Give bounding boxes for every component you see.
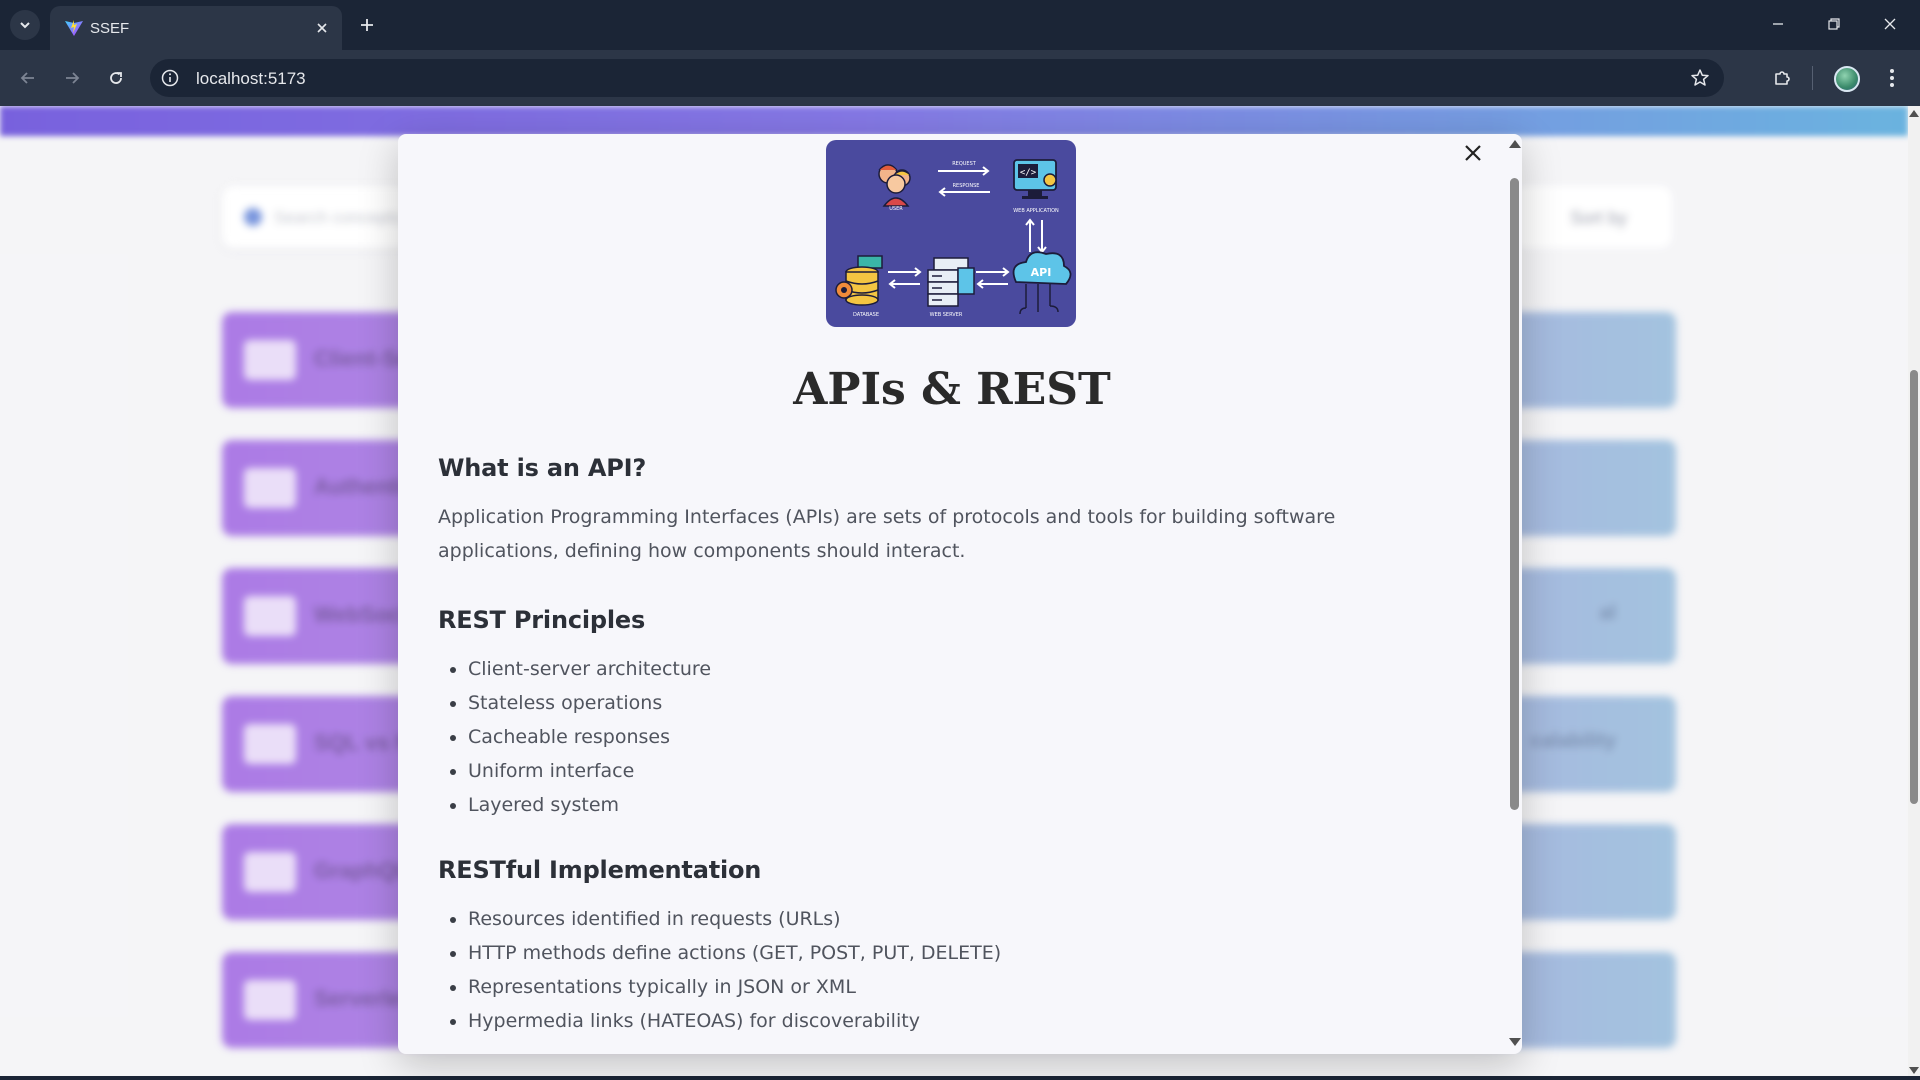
- list-item: Resources identified in requests (URLs): [468, 902, 1448, 936]
- modal-scrollbar[interactable]: [1506, 134, 1522, 1054]
- scroll-up-arrow-icon[interactable]: [1509, 140, 1521, 148]
- arrow-right-icon: [66, 72, 80, 84]
- url-text[interactable]: localhost:5173: [196, 69, 306, 89]
- tab-close-button[interactable]: [312, 18, 332, 38]
- users-icon: [878, 164, 911, 207]
- list-item: Hypermedia links (HATEOAS) for discovera…: [468, 1004, 1448, 1038]
- back-button[interactable]: [12, 62, 44, 94]
- profile-avatar[interactable]: [1834, 66, 1860, 92]
- arrow-right-icon: [888, 267, 922, 277]
- section-heading: REST Principles: [438, 606, 646, 634]
- forward-button[interactable]: [56, 62, 88, 94]
- arrow-down-icon: [1037, 220, 1047, 254]
- principles-list: Client-server architecture Stateless ope…: [438, 652, 1448, 822]
- address-bar[interactable]: localhost:5173: [150, 59, 1724, 97]
- browser-menu-button[interactable]: [1876, 62, 1908, 94]
- minimize-icon: [1773, 23, 1783, 25]
- section-paragraph: Application Programming Interfaces (APIs…: [438, 506, 1336, 562]
- close-icon: [317, 23, 327, 33]
- monitor-icon: </>: [1013, 159, 1057, 199]
- page-scrollbar[interactable]: [1908, 106, 1920, 1080]
- reload-icon: [110, 72, 122, 84]
- browser-toolbar: localhost:5173: [0, 50, 1920, 106]
- browser-tab-strip: SSEF: [0, 0, 1920, 50]
- scroll-down-arrow-icon[interactable]: [1909, 1067, 1919, 1074]
- plus-icon: [361, 19, 373, 31]
- modal-content: What is an API? Application Programming …: [438, 454, 1448, 1054]
- list-item: HTTP methods define actions (GET, POST, …: [468, 936, 1448, 970]
- api-diagram-illustration: USER REQUEST RESPONSE </> WEB APPLICATIO…: [835, 159, 1072, 318]
- browser-tab-active[interactable]: SSEF: [50, 6, 342, 50]
- list-item: Uniform interface: [468, 754, 1448, 788]
- svg-text:</>: </>: [1020, 168, 1037, 178]
- api-cloud-icon: [1012, 251, 1072, 315]
- window-close-button[interactable]: [1870, 8, 1910, 40]
- list-item: Representations typically in JSON or XML: [468, 970, 1448, 1004]
- puzzle-icon: [1775, 71, 1790, 85]
- label-web-application: WEB APPLICATION: [1013, 208, 1059, 214]
- scroll-down-arrow-icon[interactable]: [1509, 1038, 1521, 1046]
- modal-close-button[interactable]: [1458, 138, 1488, 168]
- tab-title: SSEF: [90, 20, 130, 37]
- extensions-button[interactable]: [1766, 62, 1798, 94]
- arrow-right-icon: [976, 267, 1010, 277]
- chevron-down-icon: [20, 22, 30, 29]
- database-icon: [835, 255, 883, 306]
- close-icon: [1884, 18, 1896, 30]
- site-info-icon[interactable]: [160, 68, 180, 88]
- window-bottom-border: [0, 1076, 1920, 1080]
- list-item: Cacheable responses: [468, 720, 1448, 754]
- close-icon: [1465, 145, 1481, 161]
- request-arrow-icon: [938, 166, 990, 176]
- more-vertical-icon: [1890, 69, 1894, 87]
- bookmark-star-icon[interactable]: [1690, 68, 1710, 88]
- api-diagram-image: USER REQUEST RESPONSE </> WEB APPLICATIO…: [826, 140, 1076, 327]
- label-user: USER: [889, 206, 903, 212]
- label-request: REQUEST: [952, 161, 977, 167]
- minimize-button[interactable]: [1758, 8, 1798, 40]
- label-api: API: [1031, 266, 1052, 279]
- vite-logo-icon: [65, 20, 83, 36]
- toolbar-divider: [1812, 66, 1813, 90]
- label-response: RESPONSE: [953, 183, 980, 189]
- arrow-left-icon: [888, 279, 920, 289]
- arrow-left-icon: [976, 279, 1008, 289]
- new-tab-button[interactable]: [352, 10, 382, 40]
- list-item: Layered system: [468, 788, 1448, 822]
- modal-title: APIs & REST: [793, 364, 1111, 415]
- arrow-left-icon: [20, 72, 34, 84]
- implementation-list: Resources identified in requests (URLs) …: [438, 902, 1448, 1038]
- arrow-up-icon: [1025, 218, 1035, 252]
- response-arrow-icon: [938, 187, 990, 197]
- section-heading: RESTful Implementation: [438, 856, 762, 884]
- restore-icon: [1828, 18, 1840, 30]
- reload-button[interactable]: [100, 62, 132, 94]
- label-web-server: WEB SERVER: [930, 312, 963, 318]
- page-scrollbar-thumb[interactable]: [1910, 370, 1918, 804]
- list-item: Stateless operations: [468, 686, 1448, 720]
- scroll-up-arrow-icon[interactable]: [1909, 110, 1919, 117]
- server-icon: [927, 257, 975, 307]
- modal-scrollbar-thumb[interactable]: [1510, 178, 1519, 810]
- label-database: DATABASE: [853, 312, 879, 318]
- concept-modal: USER REQUEST RESPONSE </> WEB APPLICATIO…: [398, 134, 1522, 1054]
- section-heading: What is an API?: [438, 454, 647, 482]
- list-item: Client-server architecture: [468, 652, 1448, 686]
- tab-search-button[interactable]: [10, 10, 40, 40]
- restore-button[interactable]: [1814, 8, 1854, 40]
